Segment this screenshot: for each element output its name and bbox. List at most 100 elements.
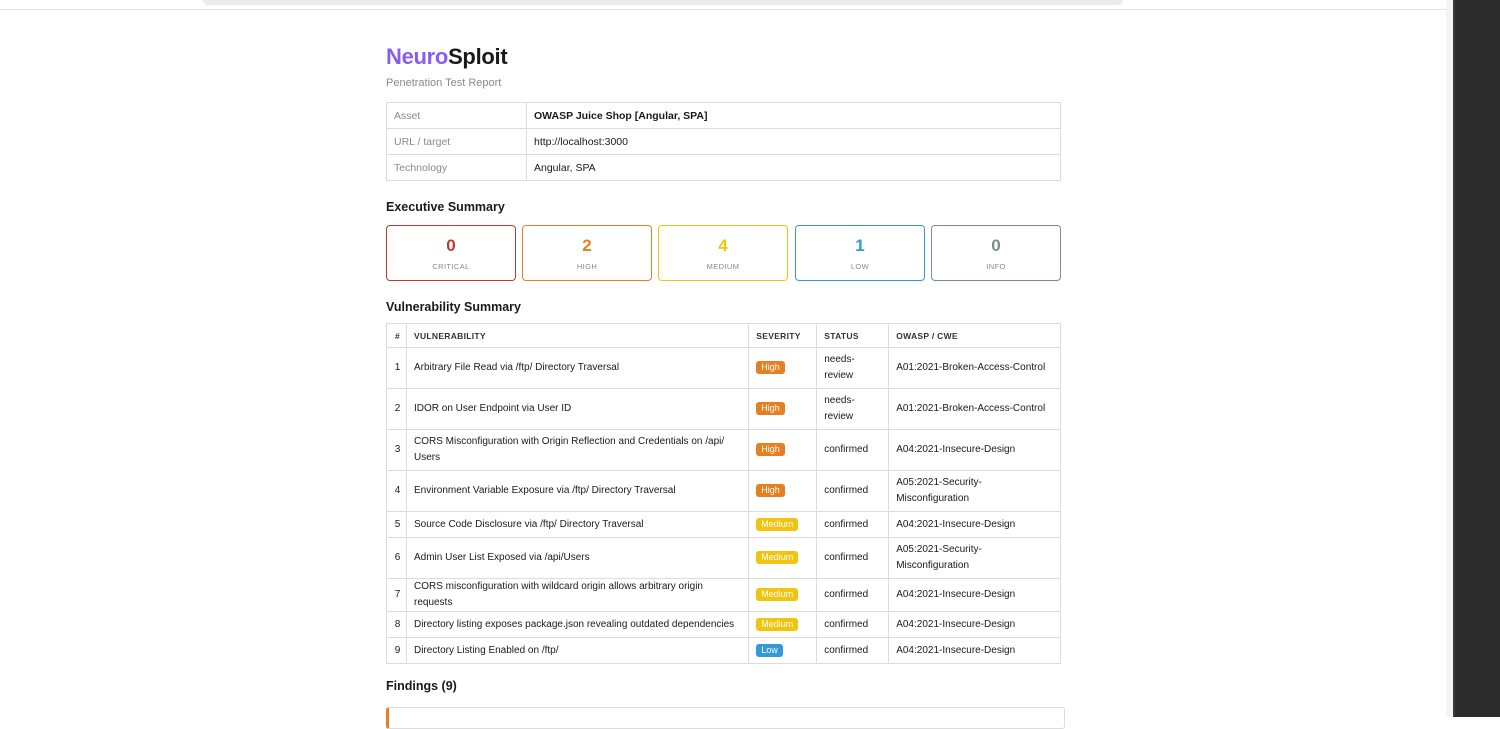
row-num: 9 bbox=[386, 637, 407, 664]
info-row-technology: Technology Angular, SPA bbox=[386, 154, 1061, 181]
severity-cell: Medium bbox=[748, 511, 818, 538]
owasp-cell: A01:2021-Broken-Access-Control bbox=[888, 347, 1061, 389]
vulnerability-summary-heading: Vulnerability Summary bbox=[386, 300, 521, 314]
side-panel bbox=[1453, 0, 1500, 717]
row-num: 6 bbox=[386, 537, 407, 579]
card-label: LOW bbox=[850, 262, 870, 271]
card-count: 0 bbox=[446, 236, 456, 255]
table-row: 6 Admin User List Exposed via /api/Users… bbox=[386, 537, 1061, 579]
owasp-cell: A04:2021-Insecure-Design bbox=[888, 578, 1061, 612]
vulnerability-name: Source Code Disclosure via /ftp/ Directo… bbox=[405, 511, 750, 538]
severity-badge: High bbox=[756, 402, 785, 415]
vulnerability-name: Directory listing exposes package.json r… bbox=[405, 611, 750, 638]
col-header-vulnerability: VULNERABILITY bbox=[405, 323, 750, 348]
owasp-cell: A04:2021-Insecure-Design bbox=[888, 511, 1061, 538]
col-header-severity: SEVERITY bbox=[748, 323, 818, 348]
status-cell: confirmed bbox=[816, 470, 890, 512]
brand-part-sploit: Sploit bbox=[448, 44, 508, 69]
col-header-status: STATUS bbox=[816, 323, 890, 348]
info-key: URL / target bbox=[386, 128, 527, 155]
owasp-cell: A04:2021-Insecure-Design bbox=[888, 637, 1061, 664]
findings-heading: Findings (9) bbox=[386, 679, 457, 693]
severity-cell: High bbox=[748, 429, 818, 471]
col-header-num: # bbox=[386, 323, 407, 348]
row-num: 7 bbox=[386, 578, 407, 612]
card-label: CRITICAL bbox=[432, 262, 470, 271]
info-key: Technology bbox=[386, 154, 527, 181]
table-row: 9 Directory Listing Enabled on /ftp/ Low… bbox=[386, 637, 1061, 664]
vulnerability-table: # VULNERABILITY SEVERITY STATUS OWASP / … bbox=[386, 323, 1061, 664]
table-row: 5 Source Code Disclosure via /ftp/ Direc… bbox=[386, 511, 1061, 538]
vulnerability-name: CORS misconfiguration with wildcard orig… bbox=[405, 578, 750, 612]
card-count: 1 bbox=[855, 236, 865, 255]
severity-cell: High bbox=[748, 470, 818, 512]
info-key: Asset bbox=[386, 102, 527, 129]
row-num: 1 bbox=[386, 347, 407, 389]
card-high: 2 HIGH bbox=[522, 225, 652, 281]
severity-badge: Medium bbox=[756, 551, 799, 564]
severity-cell: High bbox=[748, 388, 818, 430]
card-medium: 4 MEDIUM bbox=[658, 225, 788, 281]
status-cell: confirmed bbox=[816, 537, 890, 579]
info-row-asset: Asset OWASP Juice Shop [Angular, SPA] bbox=[386, 102, 1061, 129]
card-label: HIGH bbox=[576, 262, 598, 271]
brand-part-neuro: Neuro bbox=[386, 44, 449, 69]
status-cell: needs-review bbox=[816, 347, 890, 389]
severity-badge: Medium bbox=[756, 517, 799, 531]
status-cell: confirmed bbox=[816, 578, 890, 612]
severity-cards: 0 CRITICAL 2 HIGH 4 MEDIUM 1 LOW 0 INFO bbox=[386, 225, 1061, 281]
card-info: 0 INFO bbox=[931, 225, 1061, 281]
table-row: 7 CORS misconfiguration with wildcard or… bbox=[386, 578, 1061, 612]
status-cell: confirmed bbox=[816, 511, 890, 538]
card-label: MEDIUM bbox=[706, 262, 740, 271]
info-value: http://localhost:3000 bbox=[526, 128, 1061, 155]
table-row: 3 CORS Misconfiguration with Origin Refl… bbox=[386, 429, 1061, 471]
asset-info-table: Asset OWASP Juice Shop [Angular, SPA] UR… bbox=[386, 102, 1061, 181]
table-header-row: # VULNERABILITY SEVERITY STATUS OWASP / … bbox=[386, 323, 1061, 348]
card-label: INFO bbox=[986, 262, 1006, 271]
brand-logo: NeuroSploit bbox=[386, 44, 508, 70]
row-num: 2 bbox=[386, 388, 407, 430]
status-cell: confirmed bbox=[816, 637, 890, 664]
vulnerability-name: IDOR on User Endpoint via User ID bbox=[405, 388, 750, 430]
col-header-owasp: OWASP / CWE bbox=[888, 323, 1061, 348]
table-row: 2 IDOR on User Endpoint via User ID High… bbox=[386, 388, 1061, 430]
severity-cell: Low bbox=[748, 637, 818, 664]
finding-card[interactable] bbox=[386, 707, 1065, 729]
card-critical: 0 CRITICAL bbox=[386, 225, 516, 281]
severity-cell: Medium bbox=[748, 611, 818, 638]
row-num: 8 bbox=[386, 611, 407, 638]
severity-cell: High bbox=[748, 347, 818, 389]
row-num: 3 bbox=[386, 429, 407, 471]
vulnerability-name: CORS Misconfiguration with Origin Reflec… bbox=[405, 429, 750, 471]
table-row: 1 Arbitrary File Read via /ftp/ Director… bbox=[386, 347, 1061, 389]
row-num: 4 bbox=[386, 470, 407, 512]
address-bar-remnant bbox=[203, 0, 1123, 5]
severity-badge: High bbox=[756, 484, 785, 497]
page-scrollbar[interactable] bbox=[1446, 0, 1453, 717]
table-row: 4 Environment Variable Exposure via /ftp… bbox=[386, 470, 1061, 512]
info-value: Angular, SPA bbox=[526, 154, 1061, 181]
card-low: 1 LOW bbox=[795, 225, 925, 281]
executive-summary-heading: Executive Summary bbox=[386, 200, 505, 214]
card-count: 4 bbox=[718, 236, 728, 255]
status-cell: needs-review bbox=[816, 388, 890, 430]
info-value: OWASP Juice Shop [Angular, SPA] bbox=[526, 102, 1061, 129]
severity-cell: Medium bbox=[748, 537, 818, 579]
owasp-cell: A05:2021-Security-Misconfiguration bbox=[888, 537, 1061, 579]
report-subtitle: Penetration Test Report bbox=[386, 77, 502, 89]
row-num: 5 bbox=[386, 511, 407, 538]
status-cell: confirmed bbox=[816, 611, 890, 638]
owasp-cell: A04:2021-Insecure-Design bbox=[888, 429, 1061, 471]
card-count: 2 bbox=[582, 236, 592, 255]
vulnerability-name: Arbitrary File Read via /ftp/ Directory … bbox=[405, 347, 750, 389]
owasp-cell: A05:2021-Security-Misconfiguration bbox=[888, 470, 1061, 512]
vulnerability-name: Directory Listing Enabled on /ftp/ bbox=[405, 637, 750, 664]
severity-badge: Low bbox=[756, 643, 783, 657]
owasp-cell: A01:2021-Broken-Access-Control bbox=[888, 388, 1061, 430]
card-count: 0 bbox=[991, 236, 1001, 255]
severity-cell: Medium bbox=[748, 578, 818, 612]
info-row-url: URL / target http://localhost:3000 bbox=[386, 128, 1061, 155]
owasp-cell: A04:2021-Insecure-Design bbox=[888, 611, 1061, 638]
severity-badge: High bbox=[756, 361, 785, 374]
